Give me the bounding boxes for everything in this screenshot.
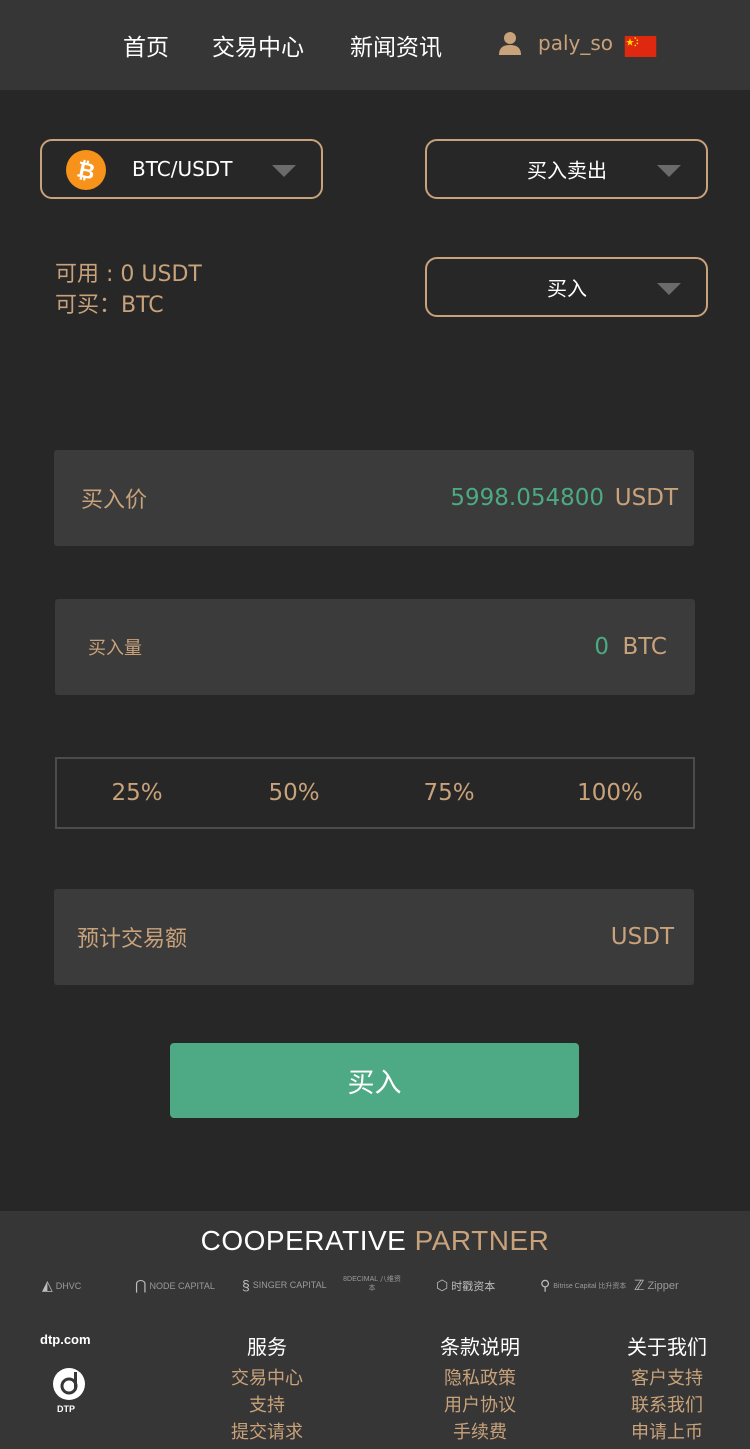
brand-domain: dtp.com bbox=[40, 1332, 91, 1347]
estimated-total-field: 预计交易额 USDT bbox=[54, 889, 694, 985]
bitcoin-icon: ₿ bbox=[66, 150, 106, 190]
partner-timestamp-capital[interactable]: ⬡ 时戳资本 bbox=[436, 1277, 495, 1294]
nav-trade-center[interactable]: 交易中心 bbox=[212, 28, 304, 62]
mode-select-label: 买入卖出 bbox=[527, 158, 607, 183]
footer-link-support[interactable]: 支持 bbox=[231, 1392, 303, 1419]
footer-link-customer-support[interactable]: 客户支持 bbox=[627, 1365, 707, 1392]
username: paly_so bbox=[538, 31, 613, 55]
percent-75-button[interactable]: 75% bbox=[423, 780, 474, 806]
buy-price-label: 买入价 bbox=[81, 488, 148, 513]
dtp-logo-icon bbox=[53, 1368, 85, 1400]
estimated-total-label: 预计交易额 bbox=[77, 927, 188, 952]
estimated-total-unit: USDT bbox=[610, 924, 674, 950]
buy-amount-field[interactable]: 买入量 0 BTC bbox=[55, 599, 695, 695]
footer-link-submit-request[interactable]: 提交请求 bbox=[231, 1419, 303, 1446]
buy-price-unit: USDT bbox=[614, 485, 678, 511]
percent-50-button[interactable]: 50% bbox=[268, 780, 319, 806]
brand-name: DTP bbox=[57, 1404, 75, 1414]
footer-link-user-agreement[interactable]: 用户协议 bbox=[440, 1392, 520, 1419]
buy-amount-value[interactable]: 0 bbox=[594, 634, 609, 660]
partner-node-capital[interactable]: ⋂ NODE CAPITAL bbox=[135, 1277, 215, 1294]
partner-singer-capital[interactable]: § SINGER CAPITAL bbox=[242, 1277, 327, 1293]
percent-selector: 25% 50% 75% 100% bbox=[55, 757, 695, 829]
singer-capital-logo-icon: § bbox=[242, 1277, 250, 1293]
partner-zipper[interactable]: ℤ Zipper bbox=[634, 1277, 679, 1294]
footer-link-fees[interactable]: 手续费 bbox=[440, 1419, 520, 1446]
footer-link-trade-center[interactable]: 交易中心 bbox=[231, 1365, 303, 1392]
footer-link-apply-listing[interactable]: 申请上币 bbox=[627, 1419, 707, 1446]
dhvc-logo-icon: ◭ bbox=[42, 1277, 53, 1293]
nav-home[interactable]: 首页 bbox=[123, 28, 169, 62]
side-select[interactable]: 买入 bbox=[425, 257, 708, 317]
can-buy-amount: 可买：BTC bbox=[55, 293, 164, 318]
partner-dhvc[interactable]: ◭ DHVC bbox=[42, 1277, 81, 1294]
percent-25-button[interactable]: 25% bbox=[111, 780, 162, 806]
cooperative-partner-title: COOPERATIVE PARTNER bbox=[0, 1225, 750, 1257]
caret-down-icon bbox=[272, 165, 296, 177]
available-balance: 可用 : 0 USDT bbox=[55, 262, 202, 287]
pair-select-label: BTC/USDT bbox=[132, 157, 233, 181]
footer-heading-services: 服务 bbox=[247, 1335, 287, 1359]
china-flag-icon[interactable] bbox=[624, 36, 657, 57]
user-icon bbox=[499, 32, 521, 55]
footer-heading-terms: 条款说明 bbox=[440, 1335, 520, 1359]
caret-down-icon bbox=[657, 283, 681, 295]
buy-price-value[interactable]: 5998.054800 bbox=[450, 485, 604, 511]
timestamp-capital-logo-icon: ⬡ bbox=[436, 1277, 449, 1293]
caret-down-icon bbox=[657, 165, 681, 177]
bitrise-capital-logo-icon: ⚲ bbox=[540, 1277, 551, 1293]
footer-link-contact-us[interactable]: 联系我们 bbox=[627, 1392, 707, 1419]
cooperative-title-part1: COOPERATIVE bbox=[200, 1225, 407, 1256]
buy-amount-label: 买入量 bbox=[88, 638, 142, 659]
buy-amount-unit: BTC bbox=[622, 634, 667, 660]
footer-column-terms: 条款说明 隐私政策 用户协议 手续费 bbox=[440, 1331, 520, 1446]
partner-8decimal[interactable]: 8DECIMAL 八维资本 bbox=[342, 1275, 402, 1293]
cooperative-title-part2: PARTNER bbox=[414, 1225, 550, 1256]
nav-news[interactable]: 新闻资讯 bbox=[350, 28, 442, 62]
user-menu[interactable]: paly_so bbox=[498, 30, 613, 56]
percent-100-button[interactable]: 100% bbox=[577, 780, 643, 806]
footer-link-privacy[interactable]: 隐私政策 bbox=[440, 1365, 520, 1392]
zipper-logo-icon: ℤ bbox=[634, 1277, 645, 1293]
footer-column-about: 关于我们 客户支持 联系我们 申请上币 bbox=[627, 1331, 707, 1446]
mode-select[interactable]: 买入卖出 bbox=[425, 139, 708, 199]
node-capital-logo-icon: ⋂ bbox=[135, 1277, 147, 1293]
partner-bitrise-capital[interactable]: ⚲ Bitrise Capital 比升资本 bbox=[540, 1277, 626, 1294]
top-nav: 首页 交易中心 新闻资讯 paly_so bbox=[0, 0, 750, 90]
footer-heading-about: 关于我们 bbox=[627, 1335, 707, 1359]
footer-column-services: 服务 交易中心 支持 提交请求 bbox=[231, 1331, 303, 1446]
footer: COOPERATIVE PARTNER ◭ DHVC ⋂ NODE CAPITA… bbox=[0, 1211, 750, 1449]
pair-select[interactable]: ₿ BTC/USDT bbox=[40, 139, 323, 199]
buy-price-field[interactable]: 买入价 5998.054800 USDT bbox=[54, 450, 694, 546]
side-select-label: 买入 bbox=[547, 276, 587, 301]
buy-button[interactable]: 买入 bbox=[170, 1043, 579, 1118]
